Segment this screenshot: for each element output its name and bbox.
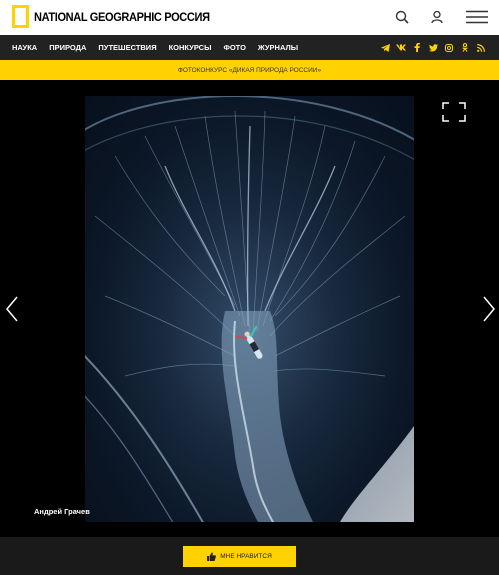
rss-icon[interactable] [473,40,489,56]
hamburger-menu-icon[interactable] [465,7,489,27]
twitter-icon[interactable] [425,40,441,56]
site-logo[interactable]: NATIONAL GEOGRAPHIC РОССИЯ [12,5,225,28]
promo-banner[interactable]: ФОТОКОНКУРС «ДИКАЯ ПРИРОДА РОССИИ» [0,60,499,80]
nav-item-magazines[interactable]: ЖУРНАЛЫ [258,43,298,52]
nav-item-nature[interactable]: ПРИРОДА [49,43,86,52]
gallery-photo[interactable] [85,96,414,522]
like-button[interactable]: МНЕ НРАВИТСЯ [183,546,296,567]
nav-item-travel[interactable]: ПУТЕШЕСТВИЯ [98,43,156,52]
thumbs-up-icon [207,552,217,561]
nav-item-photo[interactable]: ФОТО [223,43,245,52]
facebook-icon[interactable] [409,40,425,56]
photo-credit: Андрей Грачев [34,507,90,516]
like-button-label: МНЕ НРАВИТСЯ [220,553,272,560]
odnoklassniki-icon[interactable] [457,40,473,56]
gallery-footer: МНЕ НРАВИТСЯ [0,537,499,575]
main-nav: НАУКА ПРИРОДА ПУТЕШЕСТВИЯ КОНКУРСЫ ФОТО … [0,35,499,60]
instagram-icon[interactable] [441,40,457,56]
photo-image [85,96,414,522]
next-photo-arrow-icon[interactable] [481,295,497,323]
fullscreen-icon[interactable] [442,102,466,122]
site-header: NATIONAL GEOGRAPHIC РОССИЯ [0,0,499,35]
photo-gallery-stage: Андрей Грачев [0,80,499,537]
vk-icon[interactable] [393,40,409,56]
telegram-icon[interactable] [377,40,393,56]
logo-text: NATIONAL GEOGRAPHIC РОССИЯ [34,9,210,24]
social-links [377,35,489,60]
search-icon[interactable] [392,7,412,27]
user-icon[interactable] [427,7,447,27]
nav-item-science[interactable]: НАУКА [12,43,37,52]
nav-item-contests[interactable]: КОНКУРСЫ [169,43,212,52]
logo-yellow-frame-icon [12,5,29,28]
previous-photo-arrow-icon[interactable] [4,295,20,323]
